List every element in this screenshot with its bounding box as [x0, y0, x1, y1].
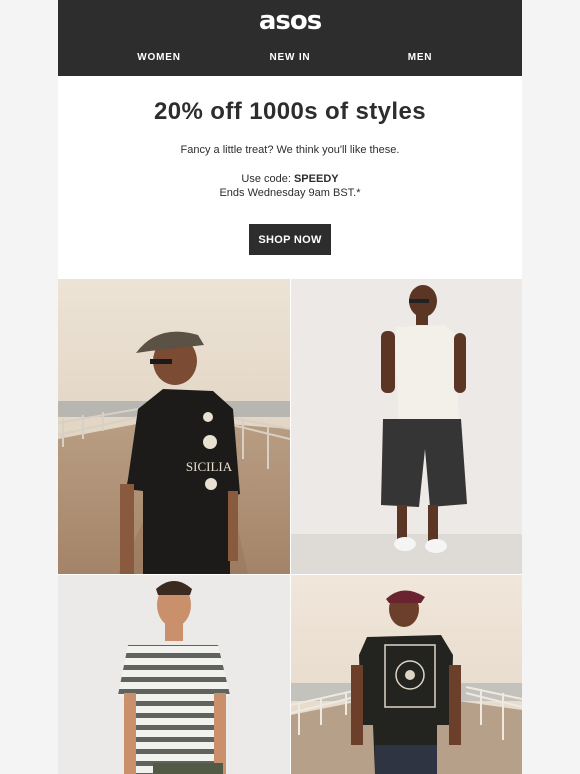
promo-code-line: Use code: SPEEDY	[58, 173, 522, 185]
header-bar: asos WOMEN NEW IN MEN	[58, 0, 522, 76]
promo-ends: Ends Wednesday 9am BST.*	[219, 187, 361, 199]
nav-new-in-link[interactable]: NEW IN	[270, 52, 311, 63]
code-prefix: Use code:	[241, 173, 294, 185]
product-image-striped-tee[interactable]	[58, 575, 290, 774]
product-image-white-vest-denim-shorts[interactable]	[291, 279, 522, 574]
nav-men-link[interactable]: MEN	[408, 52, 433, 63]
email-container: asos WOMEN NEW IN MEN 20% off 1000s of s…	[58, 0, 522, 774]
promo-headline: 20% off 1000s of styles	[154, 98, 426, 125]
asos-logo[interactable]: asos	[58, 6, 522, 36]
nav-women-link[interactable]: WOMEN	[137, 52, 180, 63]
product-image-black-graphic-tee[interactable]	[291, 575, 522, 774]
tee-print-text: SICILIA	[186, 459, 233, 474]
main-nav: WOMEN NEW IN MEN	[58, 52, 522, 66]
promo-code: SPEEDY	[293, 173, 339, 185]
product-image-black-sicilia-tee[interactable]: SICILIA	[58, 279, 290, 574]
shop-now-button[interactable]: SHOP NOW	[249, 224, 331, 255]
promo-subhead: Fancy a little treat? We think you'll li…	[180, 144, 400, 156]
